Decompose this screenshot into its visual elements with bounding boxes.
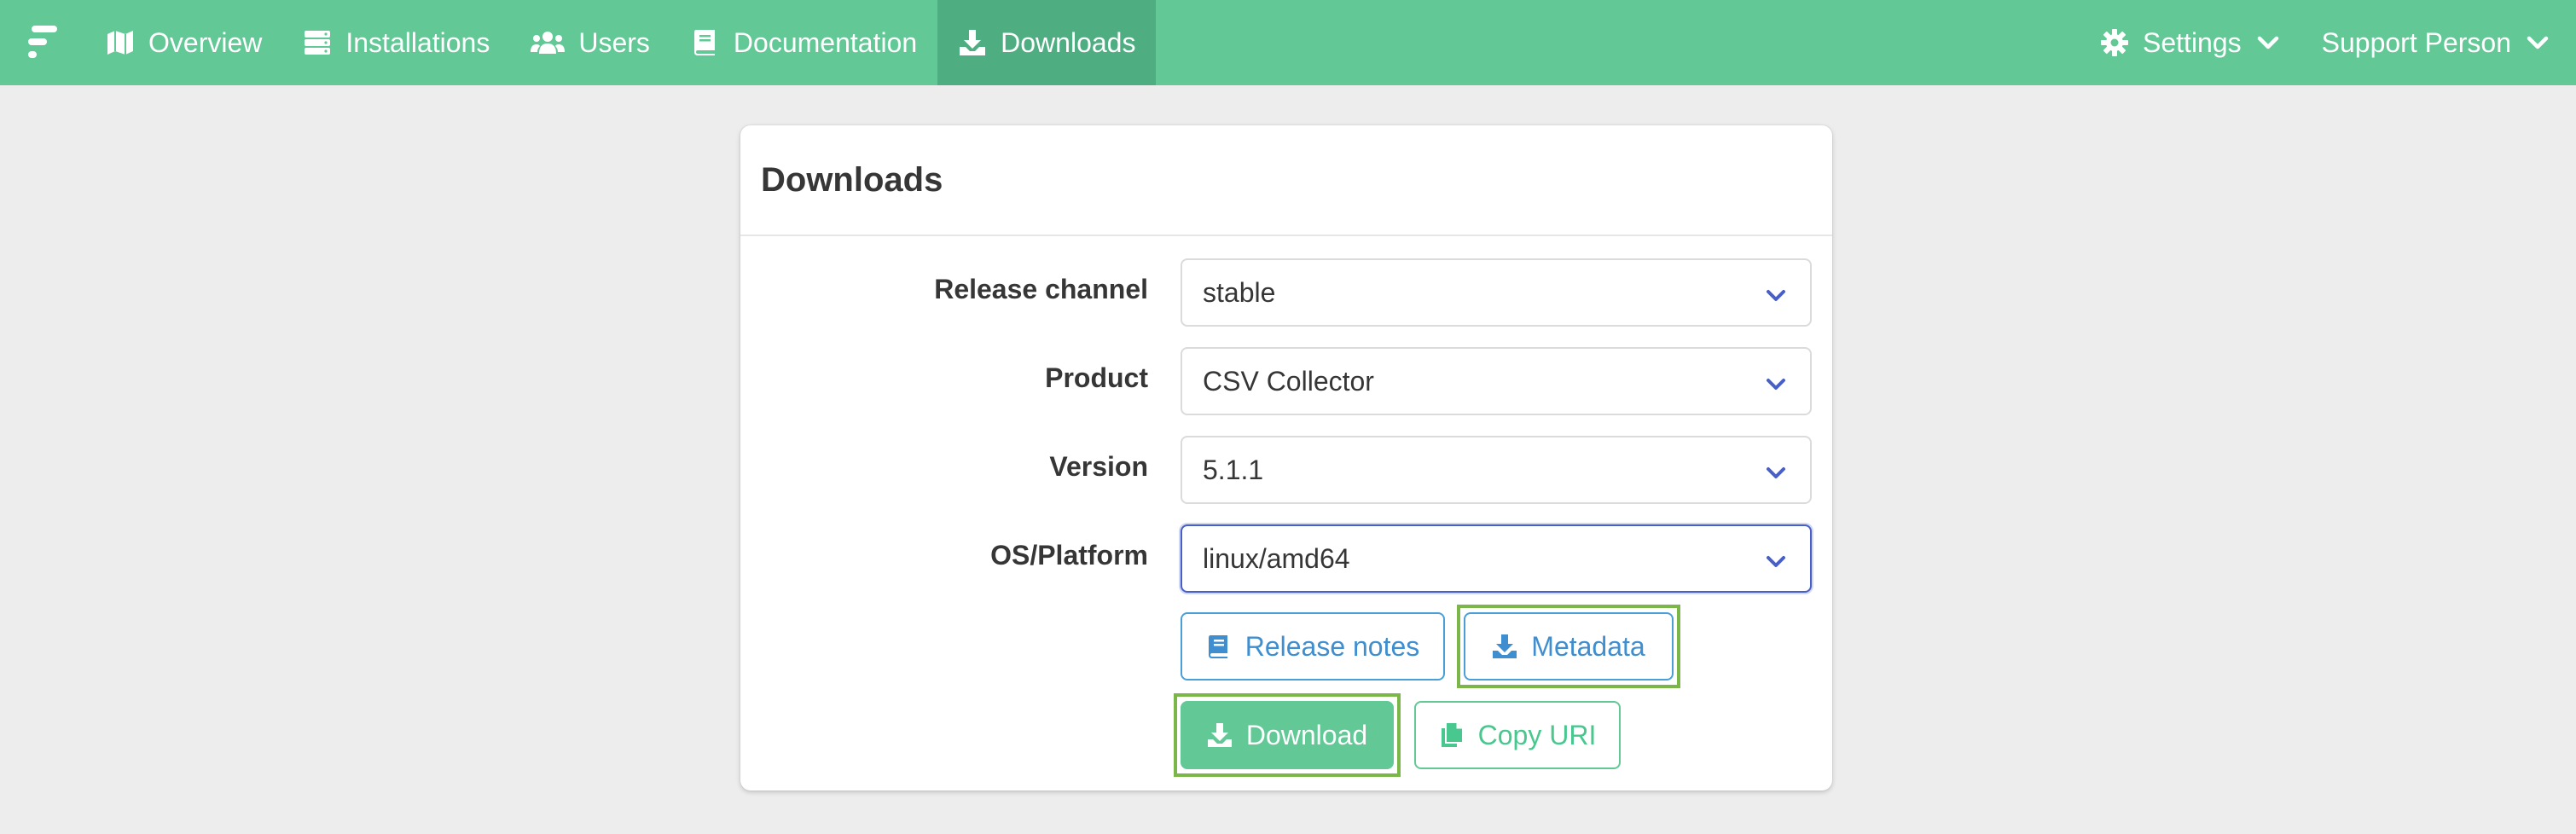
release-notes-button[interactable]: Release notes [1181, 612, 1445, 681]
version-select[interactable]: 5.1.1 [1181, 436, 1812, 504]
nav-overview-label: Overview [148, 26, 263, 58]
logo-icon [28, 26, 57, 58]
chevron-down-icon [1764, 371, 1788, 395]
server-icon [303, 28, 332, 57]
chevron-down-icon [1764, 548, 1788, 572]
os-platform-select[interactable]: linux/amd64 [1181, 524, 1812, 593]
nav-documentation-label: Documentation [733, 26, 918, 58]
metadata-label: Metadata [1531, 630, 1645, 662]
release-channel-select[interactable]: stable [1181, 258, 1812, 327]
nav-right-group: Settings Support Person [2080, 0, 2576, 85]
downloads-card: Downloads Release channel stable Product… [740, 125, 1832, 791]
app-logo[interactable] [0, 0, 85, 85]
version-label: Version [1049, 451, 1148, 482]
nav-users-label: Users [578, 26, 650, 58]
product-value: CSV Collector [1203, 365, 1374, 397]
nav-user-label: Support Person [2321, 26, 2511, 58]
product-row: Product CSV Collector [740, 347, 1832, 415]
gear-icon [2100, 28, 2129, 57]
nav-user-menu[interactable]: Support Person [2301, 0, 2576, 85]
download-icon [1492, 634, 1517, 659]
release-channel-label: Release channel [934, 274, 1148, 304]
release-channel-row: Release channel stable [740, 258, 1832, 327]
book-icon [691, 28, 720, 57]
product-label: Product [1045, 362, 1148, 393]
download-icon [1207, 722, 1233, 748]
copy-uri-button[interactable]: Copy URI [1414, 701, 1621, 769]
product-select[interactable]: CSV Collector [1181, 347, 1812, 415]
book-icon [1206, 634, 1232, 659]
copy-uri-label: Copy URI [1477, 719, 1597, 750]
nav-installations-label: Installations [345, 26, 490, 58]
version-row: Version 5.1.1 [740, 436, 1832, 504]
os-platform-row: OS/Platform linux/amd64 [740, 524, 1832, 593]
chevron-down-icon [1764, 282, 1788, 306]
chevron-down-icon [2255, 30, 2281, 55]
download-label: Download [1245, 719, 1368, 750]
copy-icon [1439, 722, 1465, 748]
os-platform-value: linux/amd64 [1203, 542, 1350, 574]
nav-settings[interactable]: Settings [2080, 0, 2301, 85]
users-icon [531, 28, 566, 57]
nav-downloads-label: Downloads [1001, 26, 1136, 58]
nav-users[interactable]: Users [510, 0, 670, 85]
download-button[interactable]: Download [1181, 701, 1394, 769]
nav-overview[interactable]: Overview [85, 0, 282, 85]
nav-installations[interactable]: Installations [282, 0, 510, 85]
top-navbar: Overview Installations Users Documentati… [0, 0, 2576, 85]
card-title: Downloads [761, 160, 943, 199]
chevron-down-icon [2525, 30, 2550, 55]
version-value: 5.1.1 [1203, 454, 1264, 485]
release-channel-value: stable [1203, 276, 1276, 308]
chevron-down-icon [1764, 460, 1788, 484]
nav-settings-label: Settings [2143, 26, 2242, 58]
os-platform-label: OS/Platform [990, 540, 1148, 570]
metadata-button[interactable]: Metadata [1464, 612, 1674, 681]
nav-documentation[interactable]: Documentation [670, 0, 937, 85]
card-header: Downloads [740, 125, 1832, 236]
download-icon [958, 28, 987, 57]
nav-downloads[interactable]: Downloads [937, 0, 1157, 85]
release-notes-label: Release notes [1244, 630, 1420, 662]
map-icon [106, 28, 135, 57]
